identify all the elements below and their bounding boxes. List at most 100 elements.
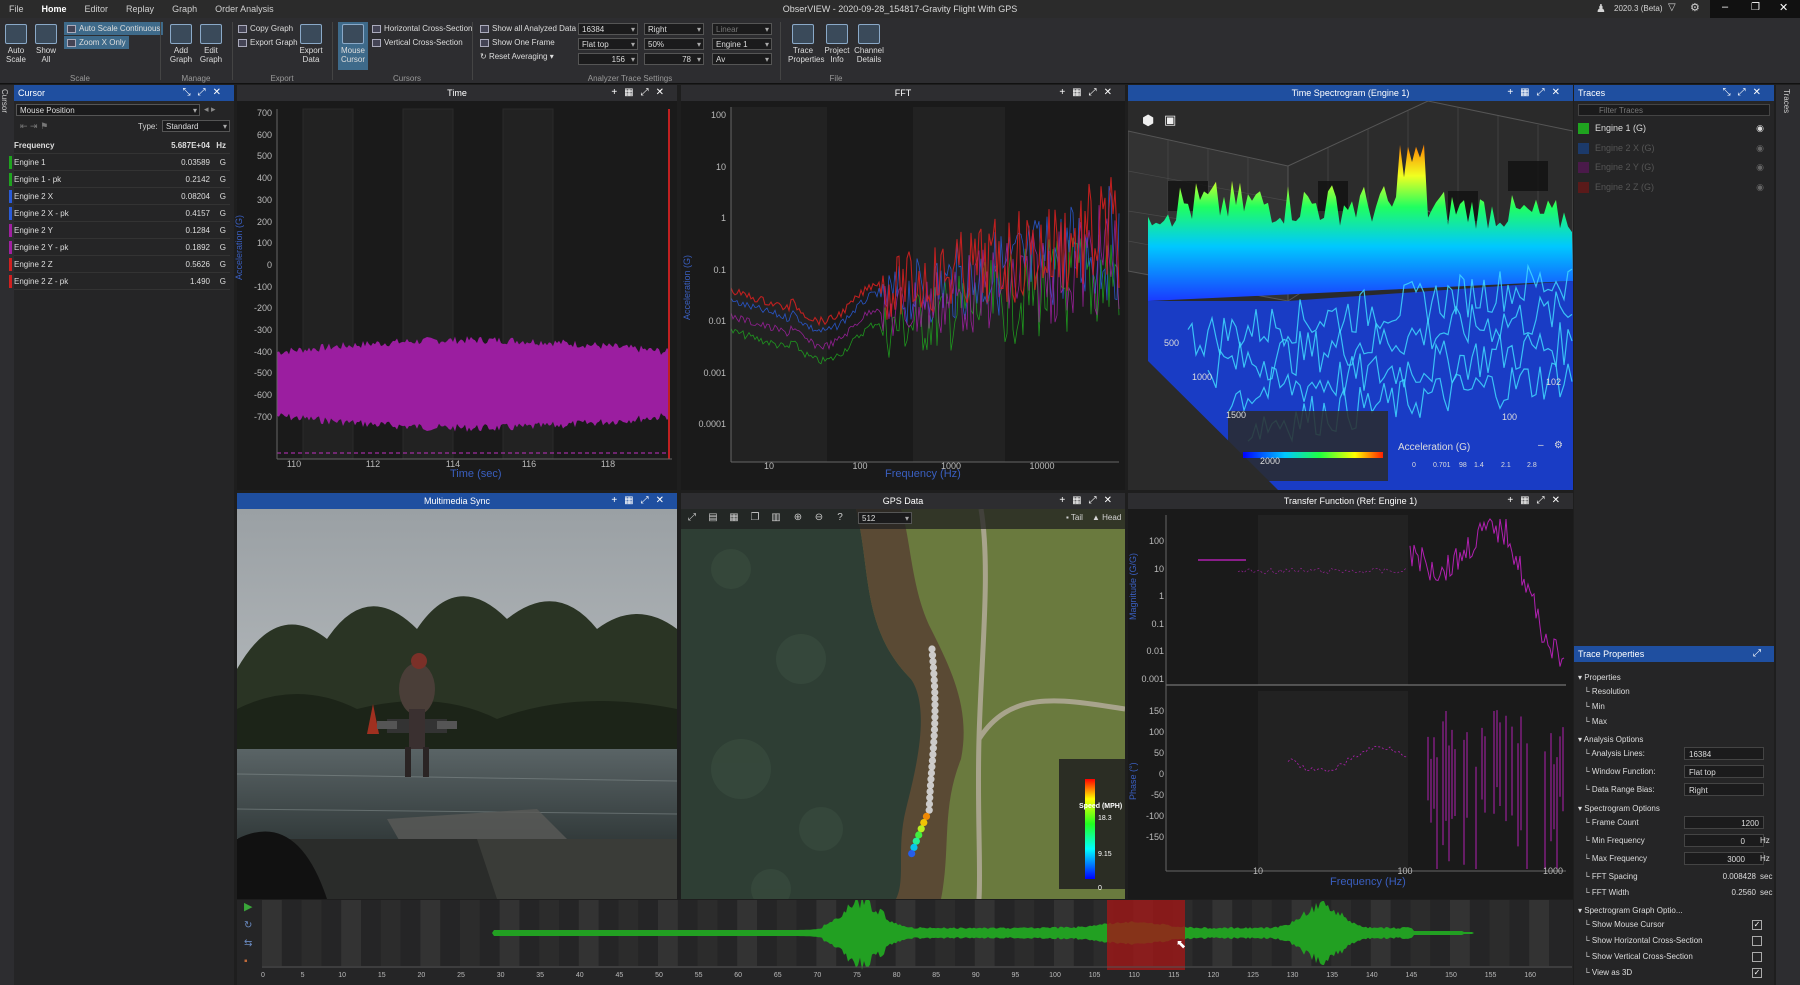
type-dropdown[interactable]: Standard	[162, 120, 230, 132]
help-icon[interactable]: ?	[834, 512, 846, 524]
cursor-row[interactable]: Engine 2 Y - pk 0.1892 G	[9, 239, 230, 256]
properties-section[interactable]: ▾ Properties	[1578, 671, 1621, 685]
marker-icon[interactable]: ▪	[244, 956, 248, 967]
gps-zoom-dropdown[interactable]: 512	[858, 512, 912, 524]
cursor-mode-dropdown[interactable]: Mouse Position	[16, 104, 200, 116]
mouse-cursor-button[interactable]: Mouse Cursor	[338, 22, 368, 70]
window-function-select[interactable]: Flat top	[1684, 765, 1764, 778]
edit-graph-button[interactable]: Edit Graph	[198, 24, 224, 64]
panel-controls[interactable]: ⤡⤢✕	[183, 85, 228, 101]
panel-controls[interactable]: ⤡⤢✕	[1723, 85, 1768, 101]
loop-icon[interactable]: ↻	[244, 920, 252, 931]
close-icon[interactable]: ✕	[1779, 1, 1788, 14]
zoom-x-only-toggle[interactable]: Zoom X Only	[64, 36, 129, 49]
scale-dropdown[interactable]: Linear	[712, 23, 772, 35]
3d-view-icon[interactable]: ⬢	[1142, 112, 1154, 129]
restore-icon[interactable]: ❐	[1751, 2, 1760, 13]
frame-count-input[interactable]: 1200	[1684, 816, 1764, 829]
pan-icon[interactable]: ⤢	[686, 512, 698, 524]
panel-controls[interactable]: +▦⤢✕	[1507, 85, 1567, 101]
filter-traces-input[interactable]: Filter Traces	[1578, 104, 1770, 116]
cursor-row[interactable]: Engine 2 X - pk 0.4157 G	[9, 205, 230, 222]
cursor-row[interactable]: Engine 2 X 0.08204 G	[9, 188, 230, 205]
filter-icon[interactable]: ▽	[1668, 2, 1676, 13]
legend-minimize-icon[interactable]: –	[1538, 440, 1544, 451]
graph-option-checkbox[interactable]	[1752, 952, 1762, 962]
video-frame[interactable]	[237, 509, 677, 899]
cursor-row[interactable]: Engine 2 Z 0.5626 G	[9, 256, 230, 273]
spectrogram-graph-section[interactable]: ▾ Spectrogram Graph Optio...	[1578, 904, 1683, 918]
menu-tab-file[interactable]: File	[0, 0, 33, 18]
show-all-button[interactable]: Show All	[34, 24, 58, 64]
page-icon[interactable]: ▤	[707, 512, 719, 524]
panel-controls[interactable]: +▦⤢✕	[1059, 85, 1119, 101]
averages-stepper[interactable]: 78	[644, 53, 704, 65]
min-frequency-input[interactable]: 0	[1684, 834, 1764, 847]
panel-controls[interactable]: +▦⤢✕	[1507, 493, 1567, 509]
menu-tab-order-analysis[interactable]: Order Analysis	[206, 0, 283, 18]
reset-averaging-button[interactable]: ↻ Reset Averaging ▾	[480, 50, 554, 63]
graph-option-checkbox[interactable]: ✓	[1752, 920, 1762, 930]
cursor-tools-icon[interactable]: ⇤ ⇥ ⚑	[20, 121, 48, 132]
channel-details-button[interactable]: Channel Details	[852, 24, 886, 64]
export-data-button[interactable]: Export Data	[298, 24, 324, 64]
menu-tab-home[interactable]: Home	[33, 0, 76, 18]
trace-item[interactable]: Engine 1 (G) ◉	[1578, 119, 1768, 137]
gear-icon[interactable]: ⚙	[1690, 1, 1700, 14]
timeline-waveform[interactable]	[262, 900, 1572, 970]
copy-icon[interactable]: ❐	[749, 512, 761, 524]
cursor-row[interactable]: Engine 1 - pk 0.2142 G	[9, 171, 230, 188]
spectrogram-section[interactable]: ▾ Spectrogram Options	[1578, 802, 1660, 816]
eye-off-icon[interactable]: ◉	[1756, 158, 1764, 176]
eye-off-icon[interactable]: ◉	[1756, 178, 1764, 196]
trace-item[interactable]: Engine 2 Y (G) ◉	[1578, 158, 1768, 176]
add-graph-button[interactable]: Add Graph	[168, 24, 194, 64]
show-all-analyzed-button[interactable]: Show all Analyzed Data	[480, 22, 576, 35]
analysis-lines-select[interactable]: 16384	[1684, 747, 1764, 760]
bias-dropdown[interactable]: Right	[644, 23, 704, 35]
eye-off-icon[interactable]: ◉	[1756, 139, 1764, 157]
flat-view-icon[interactable]: ▣	[1164, 112, 1176, 128]
project-info-button[interactable]: Project Info	[822, 24, 852, 64]
gps-map[interactable]	[681, 509, 1125, 899]
vertical-cross-section-button[interactable]: Vertical Cross-Section	[372, 36, 463, 49]
overlap-dropdown[interactable]: 50%	[644, 38, 704, 50]
nav-arrows-icon[interactable]: ◂ ▸	[204, 104, 216, 115]
eye-icon[interactable]: ◉	[1756, 119, 1764, 137]
cursor-row[interactable]: Engine 1 0.03589 G	[9, 154, 230, 171]
window-function-dropdown[interactable]: Flat top	[578, 38, 638, 50]
repeat-icon[interactable]: ⇆	[244, 938, 252, 949]
head-toggle[interactable]: ▲ Head	[1092, 513, 1121, 522]
data-range-bias-select[interactable]: Right	[1684, 783, 1764, 796]
legend-settings-icon[interactable]: ⚙	[1554, 440, 1563, 451]
user-icon[interactable]: ♟	[1596, 2, 1606, 15]
minimize-icon[interactable]: –	[1722, 1, 1728, 13]
cursor-dock-tab[interactable]: Cursor	[0, 89, 9, 113]
map-icon[interactable]: ▦	[728, 512, 740, 524]
panel-controls[interactable]: +▦⤢✕	[611, 85, 671, 101]
graph-option-checkbox[interactable]: ✓	[1752, 968, 1762, 978]
cursor-row[interactable]: Engine 2 Z - pk 1.490 G	[9, 273, 230, 290]
zoom-in-icon[interactable]: ⊕	[792, 512, 804, 524]
trace-item[interactable]: Engine 2 X (G) ◉	[1578, 139, 1768, 157]
traces-dock-tab[interactable]: Traces	[1782, 89, 1791, 113]
analysis-lines-dropdown[interactable]: 16384	[578, 23, 638, 35]
zoom-out-icon[interactable]: ⊖	[813, 512, 825, 524]
doc-icon[interactable]: ▥	[770, 512, 782, 524]
type-dropdown[interactable]: Av	[712, 53, 772, 65]
menu-tab-graph[interactable]: Graph	[163, 0, 206, 18]
panel-controls[interactable]: +▦⤢✕	[1059, 493, 1119, 509]
copy-graph-button[interactable]: Copy Graph	[238, 22, 293, 35]
play-icon[interactable]: ▶	[244, 900, 252, 913]
cursor-row[interactable]: Engine 2 Y 0.1284 G	[9, 222, 230, 239]
graph-option-checkbox[interactable]	[1752, 936, 1762, 946]
menu-tab-replay[interactable]: Replay	[117, 0, 163, 18]
auto-scale-continuous-toggle[interactable]: Auto Scale Continuous	[64, 22, 164, 35]
export-graph-button[interactable]: Export Graph	[238, 36, 298, 49]
show-one-frame-button[interactable]: Show One Frame	[480, 36, 555, 49]
analysis-section[interactable]: ▾ Analysis Options	[1578, 733, 1643, 747]
horizontal-cross-section-button[interactable]: Horizontal Cross-Section	[372, 22, 472, 35]
pin-icon[interactable]: ⤢	[1753, 646, 1768, 662]
trace-properties-button[interactable]: Trace Properties	[788, 24, 824, 64]
panel-controls[interactable]: +▦⤢✕	[611, 493, 671, 509]
